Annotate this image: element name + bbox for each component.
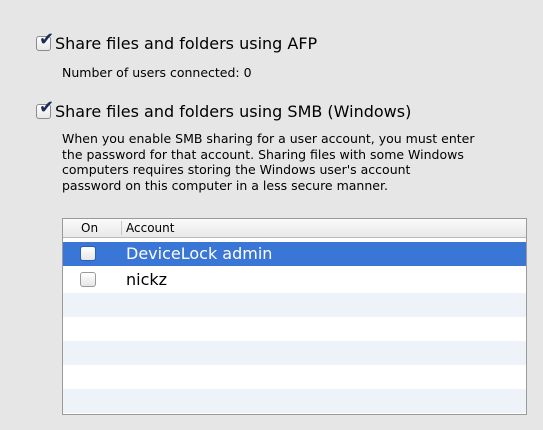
empty-row bbox=[63, 365, 526, 389]
column-header-account[interactable]: Account bbox=[126, 221, 174, 235]
accounts-table[interactable]: On Account DeviceLock admin nickz bbox=[62, 218, 527, 415]
table-header: On Account bbox=[63, 219, 526, 238]
smb-checkbox[interactable]: ✔ bbox=[36, 99, 54, 119]
smb-description-line: computers requires storing the Windows u… bbox=[62, 162, 411, 177]
empty-row bbox=[63, 389, 526, 413]
smb-label[interactable]: Share files and folders using SMB (Windo… bbox=[55, 102, 411, 121]
smb-description-line: When you enable SMB sharing for a user a… bbox=[62, 131, 475, 146]
account-name: DeviceLock admin bbox=[126, 244, 273, 263]
checkmark-icon: ✔ bbox=[39, 97, 55, 118]
smb-description-line: password on this computer in a less secu… bbox=[62, 177, 388, 193]
checkmark-icon: ✔ bbox=[39, 29, 55, 50]
empty-row bbox=[63, 317, 526, 341]
table-row[interactable]: DeviceLock admin bbox=[63, 242, 526, 266]
column-divider bbox=[121, 221, 122, 235]
column-header-on[interactable]: On bbox=[81, 221, 98, 235]
empty-row bbox=[63, 293, 526, 317]
afp-label[interactable]: Share files and folders using AFP bbox=[55, 34, 317, 53]
table-row[interactable]: nickz bbox=[63, 268, 526, 292]
afp-checkbox[interactable]: ✔ bbox=[36, 31, 54, 51]
smb-description-line: the password for that account. Sharing f… bbox=[62, 146, 464, 162]
empty-row bbox=[63, 341, 526, 365]
smb-description: When you enable SMB sharing for a user a… bbox=[62, 131, 532, 193]
afp-users-connected: Number of users connected: 0 bbox=[62, 65, 252, 80]
account-name: nickz bbox=[126, 270, 168, 289]
row-on-checkbox[interactable] bbox=[80, 246, 96, 261]
row-on-checkbox[interactable] bbox=[80, 272, 96, 287]
